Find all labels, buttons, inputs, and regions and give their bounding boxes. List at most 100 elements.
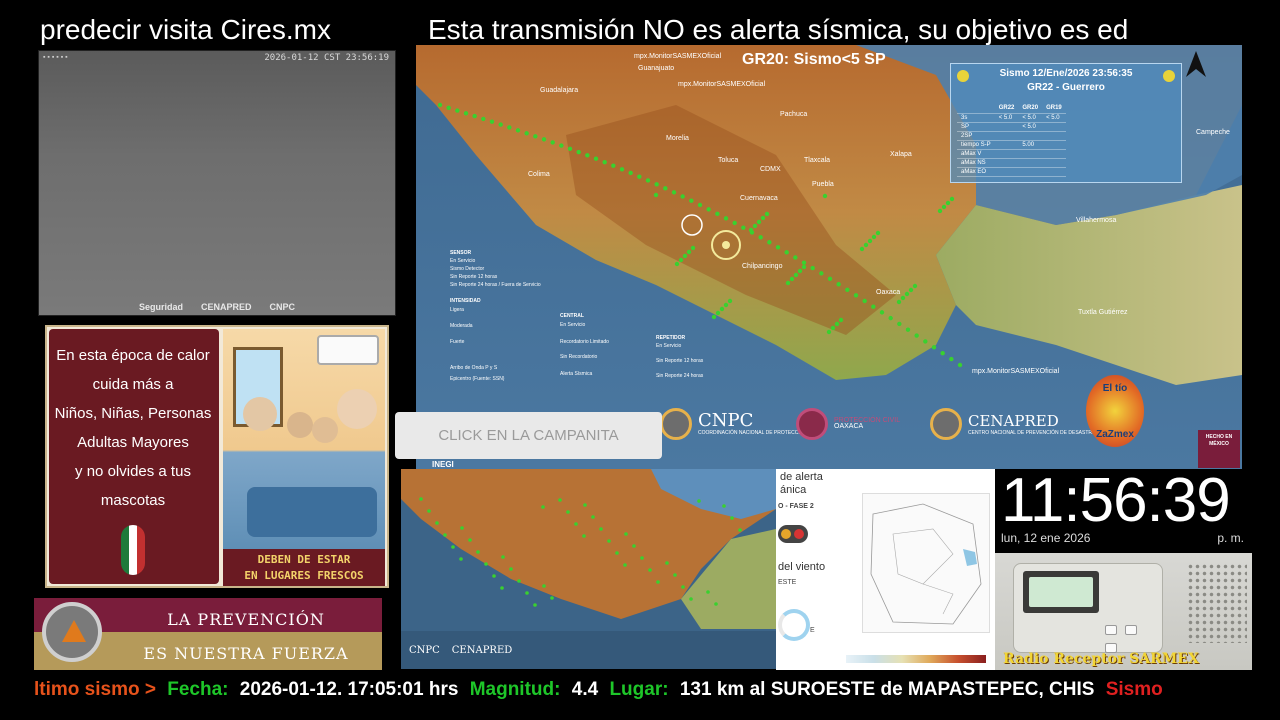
station-marker [879, 310, 885, 315]
station-marker [862, 298, 867, 304]
bell-subscribe-button[interactable]: CLICK EN LA CAMPANITA [395, 412, 662, 459]
heat-line: En esta época de calor [56, 347, 210, 364]
station-marker [937, 208, 943, 214]
station-marker [801, 260, 807, 265]
last-earthquake-ticker: ltimo sismo > Fecha: 2026-01-12. 17:05:0… [34, 676, 1252, 704]
cenapred-logo: CENAPRED CENTRO NACIONAL DE PREVENCIÓN D… [930, 408, 1099, 440]
station-marker [793, 255, 798, 260]
quake-subtitle: GR22 - Guerrero [1027, 82, 1105, 93]
station-marker [719, 306, 725, 312]
station-marker [619, 167, 625, 172]
ticker-label: Lugar: [609, 679, 669, 700]
station-marker [767, 240, 772, 245]
station-marker [419, 497, 423, 501]
station-marker [615, 551, 619, 555]
heat-footer: DEBEN DE ESTAR EN LUGARES FRESCOS [223, 549, 385, 586]
station-marker [591, 515, 595, 519]
legend-item: Sin Reporte 12 horas [450, 274, 498, 280]
legend-item: Sin Reporte 24 horas [656, 373, 704, 379]
radio-button-icon [1125, 625, 1137, 635]
station-marker [785, 280, 791, 286]
station-marker [830, 325, 836, 331]
station-marker [863, 242, 869, 248]
table-header: GR22 [994, 104, 1019, 114]
legend-item: Moderada [450, 323, 473, 329]
camera-logo: CNPC [269, 302, 296, 312]
station-marker [673, 573, 677, 577]
wind-label: del viento [778, 561, 826, 573]
seismic-map[interactable]: GR20: Sismo<5 SP mpx.MonitorSASMEXOficia… [416, 45, 1242, 469]
legend-title: CENTRAL [560, 313, 584, 319]
legend-item: Epicentro (Fuente: SSN) [450, 376, 505, 382]
station-marker [481, 116, 486, 122]
ticker-value: 2026-01-12. 17:05:01 hrs [239, 679, 459, 700]
station-marker [727, 298, 733, 304]
station-marker [435, 521, 439, 525]
table-row: 3s < 5.0 < 5.0 < 5.0 [957, 113, 1066, 123]
table-row: tiempo S-P 5.00 [957, 140, 1066, 150]
map-credit: mpx.MonitorSASMEXOficial [678, 81, 766, 88]
el-tio-logo: El tío ZaZmex [1086, 375, 1144, 447]
station-marker [671, 190, 677, 195]
station-marker [732, 220, 737, 226]
wind-direction: ESTE [778, 579, 797, 586]
station-marker [559, 143, 564, 148]
station-marker [455, 108, 460, 113]
epicenter-inner [722, 241, 730, 249]
cenapred-emblem-icon [930, 408, 962, 440]
table-row: aMax V [957, 149, 1066, 159]
legend-item: Arribo de Onda P y S [450, 365, 498, 371]
org-subtitle: OAXACA [834, 423, 864, 430]
station-marker [914, 333, 919, 338]
station-marker [427, 509, 431, 513]
station-marker [867, 238, 873, 244]
station-marker [665, 561, 669, 565]
station-marker [515, 128, 521, 133]
grandmother-illustration [243, 397, 277, 431]
station-marker [542, 584, 546, 588]
city-label: Villahermosa [1076, 217, 1117, 224]
station-marker [826, 329, 832, 335]
station-marker [875, 230, 881, 236]
legend-item: En Servicio [560, 322, 586, 328]
station-marker [524, 131, 529, 136]
ticker-value: 131 km al SUROESTE de MAPASTEPEC, CHIS [679, 679, 1095, 700]
heat-line: mascotas [100, 492, 166, 509]
station-marker [468, 538, 472, 542]
station-marker [706, 590, 710, 594]
station-marker [793, 272, 799, 278]
station-marker [437, 102, 443, 108]
table-header-row: GR22 GR20 GR19 [957, 104, 1066, 114]
station-marker [764, 211, 770, 217]
station-marker [500, 586, 504, 590]
wind-dial-label: E [810, 627, 815, 634]
table-row: aMax NS [957, 158, 1066, 168]
radio-display [1023, 571, 1099, 613]
legend-item: En Servicio [450, 258, 476, 264]
station-marker [517, 579, 521, 583]
station-marker [599, 527, 603, 531]
station-marker [836, 282, 841, 287]
station-marker [663, 186, 668, 191]
speaker-grille [1187, 563, 1247, 643]
mexico-seal-icon [121, 525, 145, 575]
station-marker [949, 196, 955, 202]
station-marker [541, 137, 547, 142]
top-left-banner: predecir visita Cires.mx [40, 14, 331, 45]
station-marker [628, 170, 633, 176]
ticker-prefix: ltimo sismo > [34, 679, 156, 700]
station-marker [498, 122, 503, 127]
child-illustration [312, 417, 338, 443]
station-marker [525, 591, 529, 595]
city-label: Campeche [1196, 129, 1230, 136]
quake-title: Sismo 12/Ene/2026 23:56:35 [999, 68, 1133, 79]
inegi-credit: INEGI [432, 460, 454, 469]
station-marker [558, 498, 562, 502]
legend-item: Fuerte [450, 339, 465, 345]
station-marker [656, 580, 660, 584]
station-marker [645, 178, 651, 183]
station-marker [853, 293, 859, 298]
station-marker [819, 271, 824, 276]
station-marker [443, 533, 447, 537]
station-marker [760, 215, 766, 221]
